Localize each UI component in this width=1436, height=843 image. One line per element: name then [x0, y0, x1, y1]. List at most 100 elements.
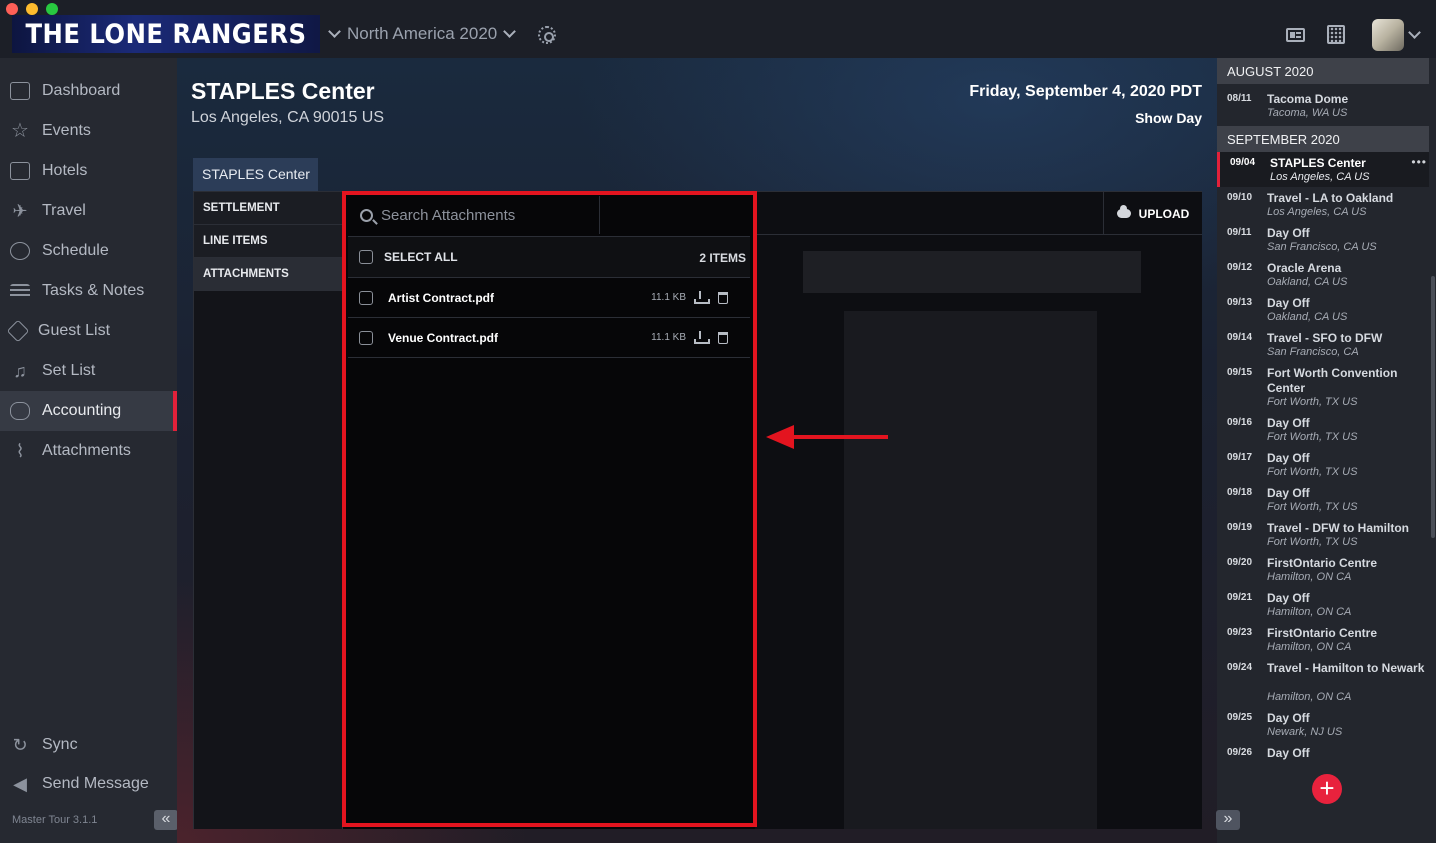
sidebar-item-label: Events	[42, 122, 91, 139]
sync-button[interactable]: ↻ Sync	[0, 725, 177, 765]
gear-icon[interactable]	[538, 26, 556, 44]
list-item[interactable]: 09/04 STAPLES Center Los Angeles, CA US •••	[1217, 152, 1429, 187]
event-location: Fort Worth, TX US	[1267, 501, 1358, 513]
sidebar-item-events[interactable]: Events	[0, 111, 177, 151]
attachment-preview: UPLOAD	[755, 192, 1202, 829]
trash-icon[interactable]	[718, 291, 728, 304]
more-options-icon[interactable]: •••	[1411, 155, 1427, 169]
arrow-head-annotation	[766, 425, 794, 449]
file-size: 11.1 KB	[651, 292, 686, 303]
sidebar-item-schedule[interactable]: Schedule	[0, 231, 177, 271]
download-icon[interactable]	[694, 331, 710, 344]
sidebar-item-set-list[interactable]: ♫ Set List	[0, 351, 177, 391]
list-item[interactable]: 09/13 Day Off Oakland, CA US	[1217, 292, 1429, 327]
sidebar-item-accounting[interactable]: Accounting	[0, 391, 177, 431]
event-location: Hamilton, ON CA	[1267, 606, 1352, 618]
event-location: Fort Worth, TX US	[1267, 466, 1358, 478]
event-date: 09/04	[1230, 157, 1256, 168]
month-header: SEPTEMBER 2020	[1217, 126, 1429, 152]
close-window-button[interactable]	[6, 3, 18, 15]
select-all-label[interactable]: SELECT ALL	[384, 250, 458, 264]
tour-selector[interactable]: North America 2020	[328, 24, 517, 44]
event-title: Travel - SFO to DFW	[1267, 331, 1383, 345]
upload-button[interactable]: UPLOAD	[1103, 192, 1202, 235]
list-item[interactable]: 09/19 Travel - DFW to Hamilton Fort Worth,…	[1217, 517, 1429, 552]
list-item[interactable]: 09/11 Day Off San Francisco, CA US	[1217, 222, 1429, 257]
event-date: 09/19	[1227, 522, 1253, 533]
sync-icon: ↻	[12, 735, 28, 755]
list-item[interactable]: 09/14 Travel - SFO to DFW San Francisco, C…	[1217, 327, 1429, 362]
sidebar-item-label: Hotels	[42, 162, 88, 179]
trash-icon[interactable]	[718, 331, 728, 344]
contact-card-icon[interactable]	[1286, 28, 1305, 42]
table-row[interactable]: Venue Contract.pdf 11.1 KB	[348, 318, 750, 358]
accounting-panel: SETTLEMENT LINE ITEMS ATTACHMENTS Search…	[193, 191, 1202, 829]
list-item[interactable]: 09/15 Fort Worth Convention Center Fort Wo…	[1217, 362, 1429, 412]
event-location: Hamilton, ON CA	[1267, 571, 1352, 583]
event-title: Tacoma Dome	[1267, 92, 1349, 106]
file-name[interactable]: Venue Contract.pdf	[388, 331, 498, 345]
list-item[interactable]: 09/26 Day Off	[1217, 742, 1429, 772]
event-date: 09/15	[1227, 367, 1253, 378]
event-date: 09/26	[1227, 747, 1253, 758]
event-type: Show Day	[1135, 110, 1202, 126]
download-icon[interactable]	[694, 291, 710, 304]
file-checkbox[interactable]	[359, 330, 373, 345]
event-date: 09/18	[1227, 487, 1253, 498]
sidebar-item-tasks-notes[interactable]: Tasks & Notes	[0, 271, 177, 311]
list-item[interactable]: 09/20 FirstOntario Centre Hamilton, ON CA	[1217, 552, 1429, 587]
list-icon	[10, 283, 30, 299]
sidebar-item-attachments[interactable]: ⌇ Attachments	[0, 431, 177, 471]
chevron-down-icon[interactable]	[1408, 26, 1421, 39]
list-item[interactable]: 09/24 Travel - Hamilton to Newark Hamilton…	[1217, 657, 1429, 707]
event-title: Fort Worth Convention Center	[1267, 366, 1398, 395]
sidebar-item-label: Attachments	[42, 442, 131, 459]
file-name[interactable]: Artist Contract.pdf	[388, 291, 494, 305]
chevron-down-icon	[503, 25, 517, 38]
sidebar-item-travel[interactable]: ✈ Travel	[0, 191, 177, 231]
sidebar-item-label: Dashboard	[42, 82, 121, 99]
table-row[interactable]: Artist Contract.pdf 11.1 KB	[348, 278, 750, 318]
brand-logo: THE LONE RANGERS	[12, 15, 320, 53]
list-item[interactable]: 09/21 Day Off Hamilton, ON CA	[1217, 587, 1429, 622]
handshake-icon	[10, 402, 30, 420]
avatar[interactable]	[1372, 19, 1404, 51]
subnav-attachments[interactable]: ATTACHMENTS	[194, 258, 342, 291]
search-input[interactable]: Search Attachments	[348, 196, 600, 234]
sidebar-item-dashboard[interactable]: Dashboard	[0, 71, 177, 111]
list-item[interactable]: 09/23 FirstOntario Centre Hamilton, ON CA	[1217, 622, 1429, 657]
list-item[interactable]: 09/25 Day Off Newark, NJ US	[1217, 707, 1429, 742]
collapse-sidebar-button[interactable]: «	[154, 810, 178, 830]
event-location: Tacoma, WA US	[1267, 107, 1348, 119]
minimize-window-button[interactable]	[26, 3, 38, 15]
subnav-line-items[interactable]: LINE ITEMS	[194, 225, 342, 258]
sidebar-item-hotels[interactable]: Hotels	[0, 151, 177, 191]
month-header: AUGUST 2020	[1217, 58, 1429, 84]
event-date: 09/23	[1227, 627, 1253, 638]
list-item[interactable]: 08/11 Tacoma Dome Tacoma, WA US	[1217, 88, 1429, 124]
list-item[interactable]: 09/17 Day Off Fort Worth, TX US	[1217, 447, 1429, 482]
event-title: Day Off	[1267, 416, 1310, 430]
event-location: Fort Worth, TX US	[1267, 536, 1358, 548]
calendar-icon[interactable]	[1327, 25, 1345, 44]
event-location: Newark, NJ US	[1267, 726, 1343, 738]
list-item[interactable]: 09/10 Travel - LA to Oakland Los Angeles, …	[1217, 187, 1429, 222]
event-location: Los Angeles, CA US	[1267, 206, 1367, 218]
add-event-button[interactable]: +	[1312, 774, 1342, 804]
expand-rail-button[interactable]: »	[1216, 810, 1240, 830]
subnav-settlement[interactable]: SETTLEMENT	[194, 192, 342, 225]
event-date: 09/10	[1227, 192, 1253, 203]
event-title: Travel - DFW to Hamilton	[1267, 521, 1410, 535]
tour-name: North America 2020	[347, 24, 498, 43]
file-checkbox[interactable]	[359, 290, 373, 305]
select-all-checkbox[interactable]	[359, 250, 373, 264]
tab-venue[interactable]: STAPLES Center	[193, 158, 318, 191]
list-item[interactable]: 09/16 Day Off Fort Worth, TX US	[1217, 412, 1429, 447]
list-item[interactable]: 09/18 Day Off Fort Worth, TX US	[1217, 482, 1429, 517]
sidebar-item-guest-list[interactable]: Guest List	[0, 311, 177, 351]
send-message-button[interactable]: ◀ Send Message	[0, 764, 177, 804]
venue-address: Los Angeles, CA 90015 US	[191, 109, 385, 126]
rail-scrollbar[interactable]	[1431, 276, 1435, 538]
zoom-window-button[interactable]	[46, 3, 58, 15]
list-item[interactable]: 09/12 Oracle Arena Oakland, CA US	[1217, 257, 1429, 292]
